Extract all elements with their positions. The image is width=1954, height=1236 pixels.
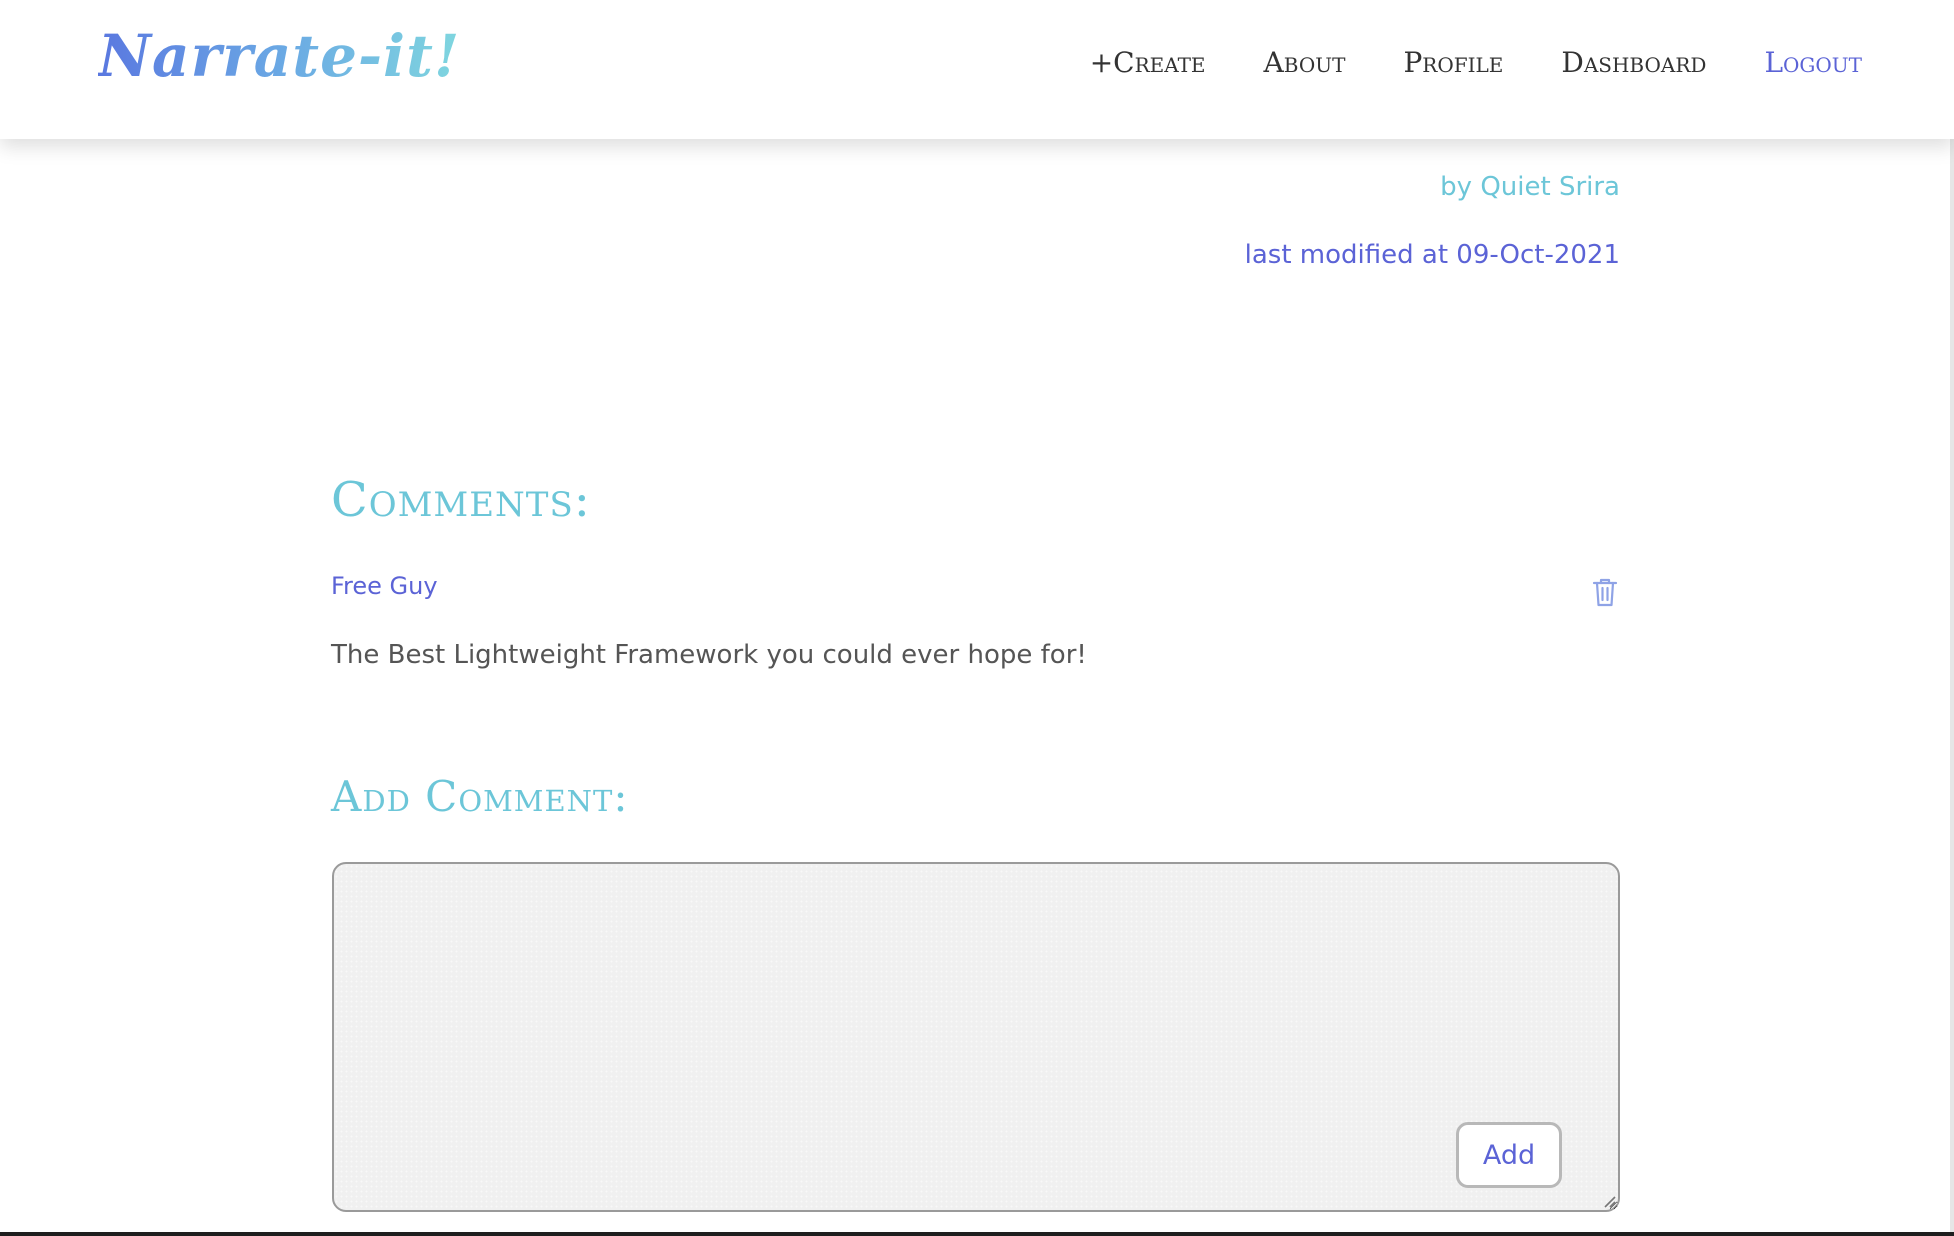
nav-about-link[interactable]: About — [1264, 46, 1346, 79]
add-comment-form: Add — [332, 862, 1620, 1212]
nav-logout-link[interactable]: Logout — [1764, 46, 1862, 79]
top-navbar: Narrate-it! +Create About Profile Dashbo… — [0, 0, 1954, 139]
window-right-edge — [1950, 0, 1954, 1236]
brand-logo[interactable]: Narrate-it! — [98, 22, 460, 90]
post-author: by Quiet Srira — [1440, 172, 1620, 202]
comment-text: The Best Lightweight Framework you could… — [331, 640, 1087, 670]
nav-create-link[interactable]: +Create — [1090, 46, 1206, 79]
resize-grip-icon[interactable] — [1602, 1194, 1616, 1208]
add-comment-heading: Add Comment: — [331, 772, 629, 821]
window-bottom-edge — [0, 1232, 1954, 1236]
comment-textarea[interactable] — [332, 862, 1620, 1212]
nav-profile-link[interactable]: Profile — [1403, 46, 1503, 79]
add-comment-button[interactable]: Add — [1456, 1122, 1562, 1188]
comments-heading: Comments: — [331, 472, 591, 528]
comment-author: Free Guy — [331, 572, 438, 600]
trash-icon-svg — [1592, 578, 1618, 607]
nav-dashboard-link[interactable]: Dashboard — [1561, 46, 1706, 79]
nav-links: +Create About Profile Dashboard Logout — [1090, 46, 1862, 79]
post-modified-date: last modified at 09-Oct-2021 — [1244, 240, 1620, 270]
trash-icon[interactable] — [1590, 576, 1620, 608]
